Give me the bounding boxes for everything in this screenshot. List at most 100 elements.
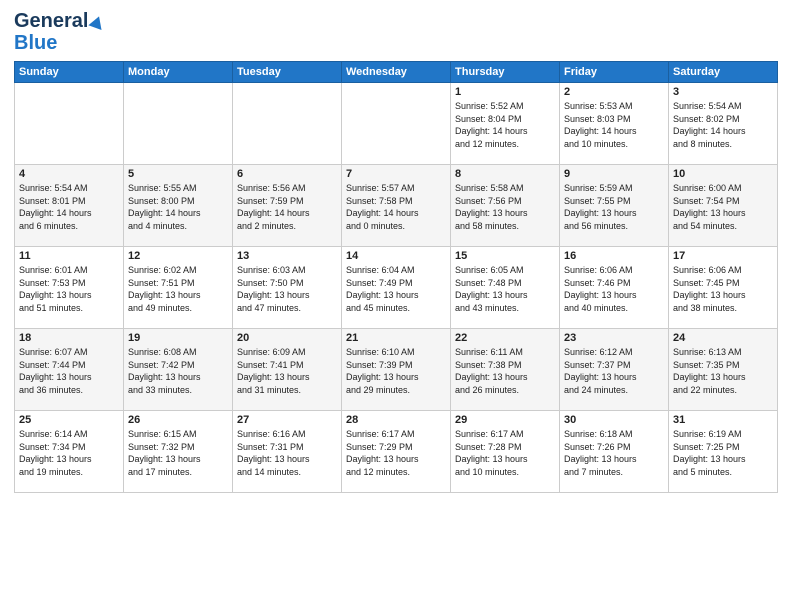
day-number: 12 <box>128 250 228 262</box>
day-info: Sunrise: 6:13 AM Sunset: 7:35 PM Dayligh… <box>673 346 773 396</box>
calendar-week-row: 18Sunrise: 6:07 AM Sunset: 7:44 PM Dayli… <box>15 329 778 411</box>
calendar-cell: 30Sunrise: 6:18 AM Sunset: 7:26 PM Dayli… <box>560 411 669 493</box>
day-info: Sunrise: 6:06 AM Sunset: 7:46 PM Dayligh… <box>564 264 664 314</box>
day-info: Sunrise: 6:07 AM Sunset: 7:44 PM Dayligh… <box>19 346 119 396</box>
calendar-cell: 14 Sunrise: 6:04 AM Sunset: 7:49 PM Dayli… <box>342 247 451 329</box>
calendar-cell: 27Sunrise: 6:16 AM Sunset: 7:31 PM Dayli… <box>233 411 342 493</box>
day-number: 20 <box>237 332 337 344</box>
calendar-cell <box>342 83 451 165</box>
logo: General Blue <box>14 10 104 53</box>
calendar-cell: 15 Sunrise: 6:05 AM Sunset: 7:48 PM Dayli… <box>451 247 560 329</box>
calendar-cell: 21Sunrise: 6:10 AM Sunset: 7:39 PM Dayli… <box>342 329 451 411</box>
day-info: Sunrise: 6:16 AM Sunset: 7:31 PM Dayligh… <box>237 428 337 478</box>
calendar-week-row: 11 Sunrise: 6:01 AM Sunset: 7:53 PM Dayli… <box>15 247 778 329</box>
calendar-cell: 31 Sunrise: 6:19 AM Sunset: 7:25 PM Dayli… <box>669 411 778 493</box>
day-number: 29 <box>455 414 555 426</box>
day-number: 9 <box>564 168 664 180</box>
calendar-week-row: 1 Sunrise: 5:52 AM Sunset: 8:04 PM Daylig… <box>15 83 778 165</box>
day-info: Sunrise: 5:54 AM Sunset: 8:02 PM Dayligh… <box>673 100 773 150</box>
header: General Blue <box>14 10 778 53</box>
day-number: 8 <box>455 168 555 180</box>
day-number: 16 <box>564 250 664 262</box>
calendar-cell: 29 Sunrise: 6:17 AM Sunset: 7:28 PM Dayli… <box>451 411 560 493</box>
column-header-sunday: Sunday <box>15 62 124 83</box>
calendar-table: SundayMondayTuesdayWednesdayThursdayFrid… <box>14 61 778 493</box>
day-number: 7 <box>346 168 446 180</box>
day-info: Sunrise: 6:08 AM Sunset: 7:42 PM Dayligh… <box>128 346 228 396</box>
day-info: Sunrise: 5:55 AM Sunset: 8:00 PM Dayligh… <box>128 182 228 232</box>
day-number: 11 <box>19 250 119 262</box>
calendar-week-row: 25 Sunrise: 6:14 AM Sunset: 7:34 PM Dayli… <box>15 411 778 493</box>
calendar-cell: 8 Sunrise: 5:58 AM Sunset: 7:56 PM Daylig… <box>451 165 560 247</box>
day-number: 6 <box>237 168 337 180</box>
column-header-wednesday: Wednesday <box>342 62 451 83</box>
day-info: Sunrise: 5:57 AM Sunset: 7:58 PM Dayligh… <box>346 182 446 232</box>
calendar-cell <box>124 83 233 165</box>
day-number: 4 <box>19 168 119 180</box>
logo-general: General <box>14 10 88 33</box>
calendar-header-row: SundayMondayTuesdayWednesdayThursdayFrid… <box>15 62 778 83</box>
day-info: Sunrise: 6:05 AM Sunset: 7:48 PM Dayligh… <box>455 264 555 314</box>
day-number: 30 <box>564 414 664 426</box>
day-number: 23 <box>564 332 664 344</box>
column-header-friday: Friday <box>560 62 669 83</box>
calendar-cell: 10Sunrise: 6:00 AM Sunset: 7:54 PM Dayli… <box>669 165 778 247</box>
calendar-cell: 23 Sunrise: 6:12 AM Sunset: 7:37 PM Dayli… <box>560 329 669 411</box>
calendar-cell: 1 Sunrise: 5:52 AM Sunset: 8:04 PM Daylig… <box>451 83 560 165</box>
day-number: 1 <box>455 86 555 98</box>
calendar-body: 1 Sunrise: 5:52 AM Sunset: 8:04 PM Daylig… <box>15 83 778 493</box>
column-header-tuesday: Tuesday <box>233 62 342 83</box>
calendar-cell <box>15 83 124 165</box>
day-number: 24 <box>673 332 773 344</box>
day-info: Sunrise: 5:54 AM Sunset: 8:01 PM Dayligh… <box>19 182 119 232</box>
day-info: Sunrise: 6:12 AM Sunset: 7:37 PM Dayligh… <box>564 346 664 396</box>
calendar-cell: 13Sunrise: 6:03 AM Sunset: 7:50 PM Dayli… <box>233 247 342 329</box>
calendar-cell: 28Sunrise: 6:17 AM Sunset: 7:29 PM Dayli… <box>342 411 451 493</box>
day-number: 26 <box>128 414 228 426</box>
day-number: 15 <box>455 250 555 262</box>
calendar-cell: 11 Sunrise: 6:01 AM Sunset: 7:53 PM Dayli… <box>15 247 124 329</box>
day-number: 31 <box>673 414 773 426</box>
calendar-cell: 18Sunrise: 6:07 AM Sunset: 7:44 PM Dayli… <box>15 329 124 411</box>
day-info: Sunrise: 5:56 AM Sunset: 7:59 PM Dayligh… <box>237 182 337 232</box>
calendar-cell: 17Sunrise: 6:06 AM Sunset: 7:45 PM Dayli… <box>669 247 778 329</box>
calendar-cell: 7 Sunrise: 5:57 AM Sunset: 7:58 PM Daylig… <box>342 165 451 247</box>
calendar-cell: 2 Sunrise: 5:53 AM Sunset: 8:03 PM Daylig… <box>560 83 669 165</box>
column-header-saturday: Saturday <box>669 62 778 83</box>
calendar-cell: 26 Sunrise: 6:15 AM Sunset: 7:32 PM Dayli… <box>124 411 233 493</box>
day-info: Sunrise: 5:53 AM Sunset: 8:03 PM Dayligh… <box>564 100 664 150</box>
calendar-cell: 4 Sunrise: 5:54 AM Sunset: 8:01 PM Daylig… <box>15 165 124 247</box>
day-number: 19 <box>128 332 228 344</box>
day-number: 2 <box>564 86 664 98</box>
day-info: Sunrise: 5:59 AM Sunset: 7:55 PM Dayligh… <box>564 182 664 232</box>
calendar-cell: 22 Sunrise: 6:11 AM Sunset: 7:38 PM Dayli… <box>451 329 560 411</box>
day-number: 25 <box>19 414 119 426</box>
logo-blue: Blue <box>14 33 57 53</box>
calendar-cell <box>233 83 342 165</box>
day-info: Sunrise: 6:19 AM Sunset: 7:25 PM Dayligh… <box>673 428 773 478</box>
column-header-monday: Monday <box>124 62 233 83</box>
day-number: 3 <box>673 86 773 98</box>
day-info: Sunrise: 6:06 AM Sunset: 7:45 PM Dayligh… <box>673 264 773 314</box>
day-info: Sunrise: 6:04 AM Sunset: 7:49 PM Dayligh… <box>346 264 446 314</box>
day-info: Sunrise: 6:15 AM Sunset: 7:32 PM Dayligh… <box>128 428 228 478</box>
logo-triangle-icon <box>89 13 106 29</box>
day-info: Sunrise: 5:58 AM Sunset: 7:56 PM Dayligh… <box>455 182 555 232</box>
calendar-cell: 19 Sunrise: 6:08 AM Sunset: 7:42 PM Dayli… <box>124 329 233 411</box>
calendar-cell: 16 Sunrise: 6:06 AM Sunset: 7:46 PM Dayli… <box>560 247 669 329</box>
day-info: Sunrise: 6:17 AM Sunset: 7:28 PM Dayligh… <box>455 428 555 478</box>
day-number: 21 <box>346 332 446 344</box>
day-info: Sunrise: 6:01 AM Sunset: 7:53 PM Dayligh… <box>19 264 119 314</box>
day-info: Sunrise: 6:14 AM Sunset: 7:34 PM Dayligh… <box>19 428 119 478</box>
day-info: Sunrise: 5:52 AM Sunset: 8:04 PM Dayligh… <box>455 100 555 150</box>
day-info: Sunrise: 6:00 AM Sunset: 7:54 PM Dayligh… <box>673 182 773 232</box>
calendar-cell: 25 Sunrise: 6:14 AM Sunset: 7:34 PM Dayli… <box>15 411 124 493</box>
day-number: 14 <box>346 250 446 262</box>
day-info: Sunrise: 6:11 AM Sunset: 7:38 PM Dayligh… <box>455 346 555 396</box>
calendar-cell: 6 Sunrise: 5:56 AM Sunset: 7:59 PM Daylig… <box>233 165 342 247</box>
day-info: Sunrise: 6:03 AM Sunset: 7:50 PM Dayligh… <box>237 264 337 314</box>
day-number: 5 <box>128 168 228 180</box>
calendar-cell: 5 Sunrise: 5:55 AM Sunset: 8:00 PM Daylig… <box>124 165 233 247</box>
day-info: Sunrise: 6:17 AM Sunset: 7:29 PM Dayligh… <box>346 428 446 478</box>
day-number: 22 <box>455 332 555 344</box>
